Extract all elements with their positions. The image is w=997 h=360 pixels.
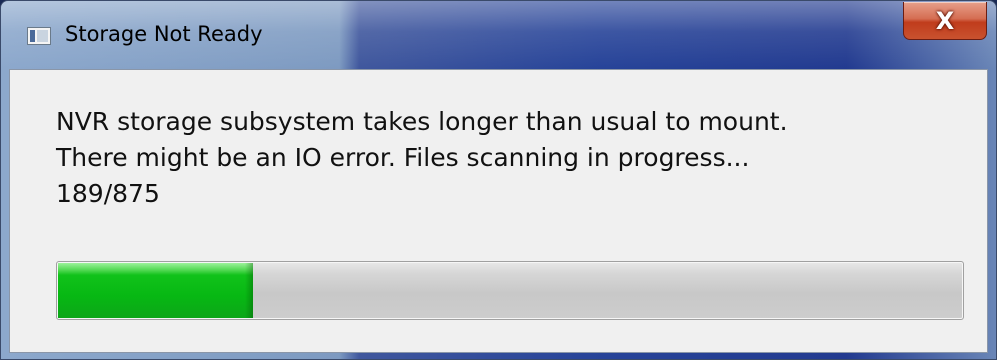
progress-bar-fill	[58, 263, 253, 318]
progress-count: 189/875	[56, 179, 160, 208]
window-title: Storage Not Ready	[65, 22, 263, 46]
window-app-icon	[27, 27, 51, 45]
progress-bar	[56, 261, 964, 320]
message-text: NVR storage subsystem takes longer than …	[56, 104, 788, 212]
dialog-body: NVR storage subsystem takes longer than …	[9, 69, 988, 353]
close-icon: X	[935, 6, 955, 35]
close-button[interactable]: X	[903, 2, 987, 40]
title-bar[interactable]: Storage Not Ready X	[1, 1, 996, 69]
message-line: NVR storage subsystem takes longer than …	[56, 107, 788, 136]
dialog-window: Storage Not Ready X NVR storage subsyste…	[0, 0, 997, 360]
message-line: There might be an IO error. Files scanni…	[56, 143, 750, 172]
